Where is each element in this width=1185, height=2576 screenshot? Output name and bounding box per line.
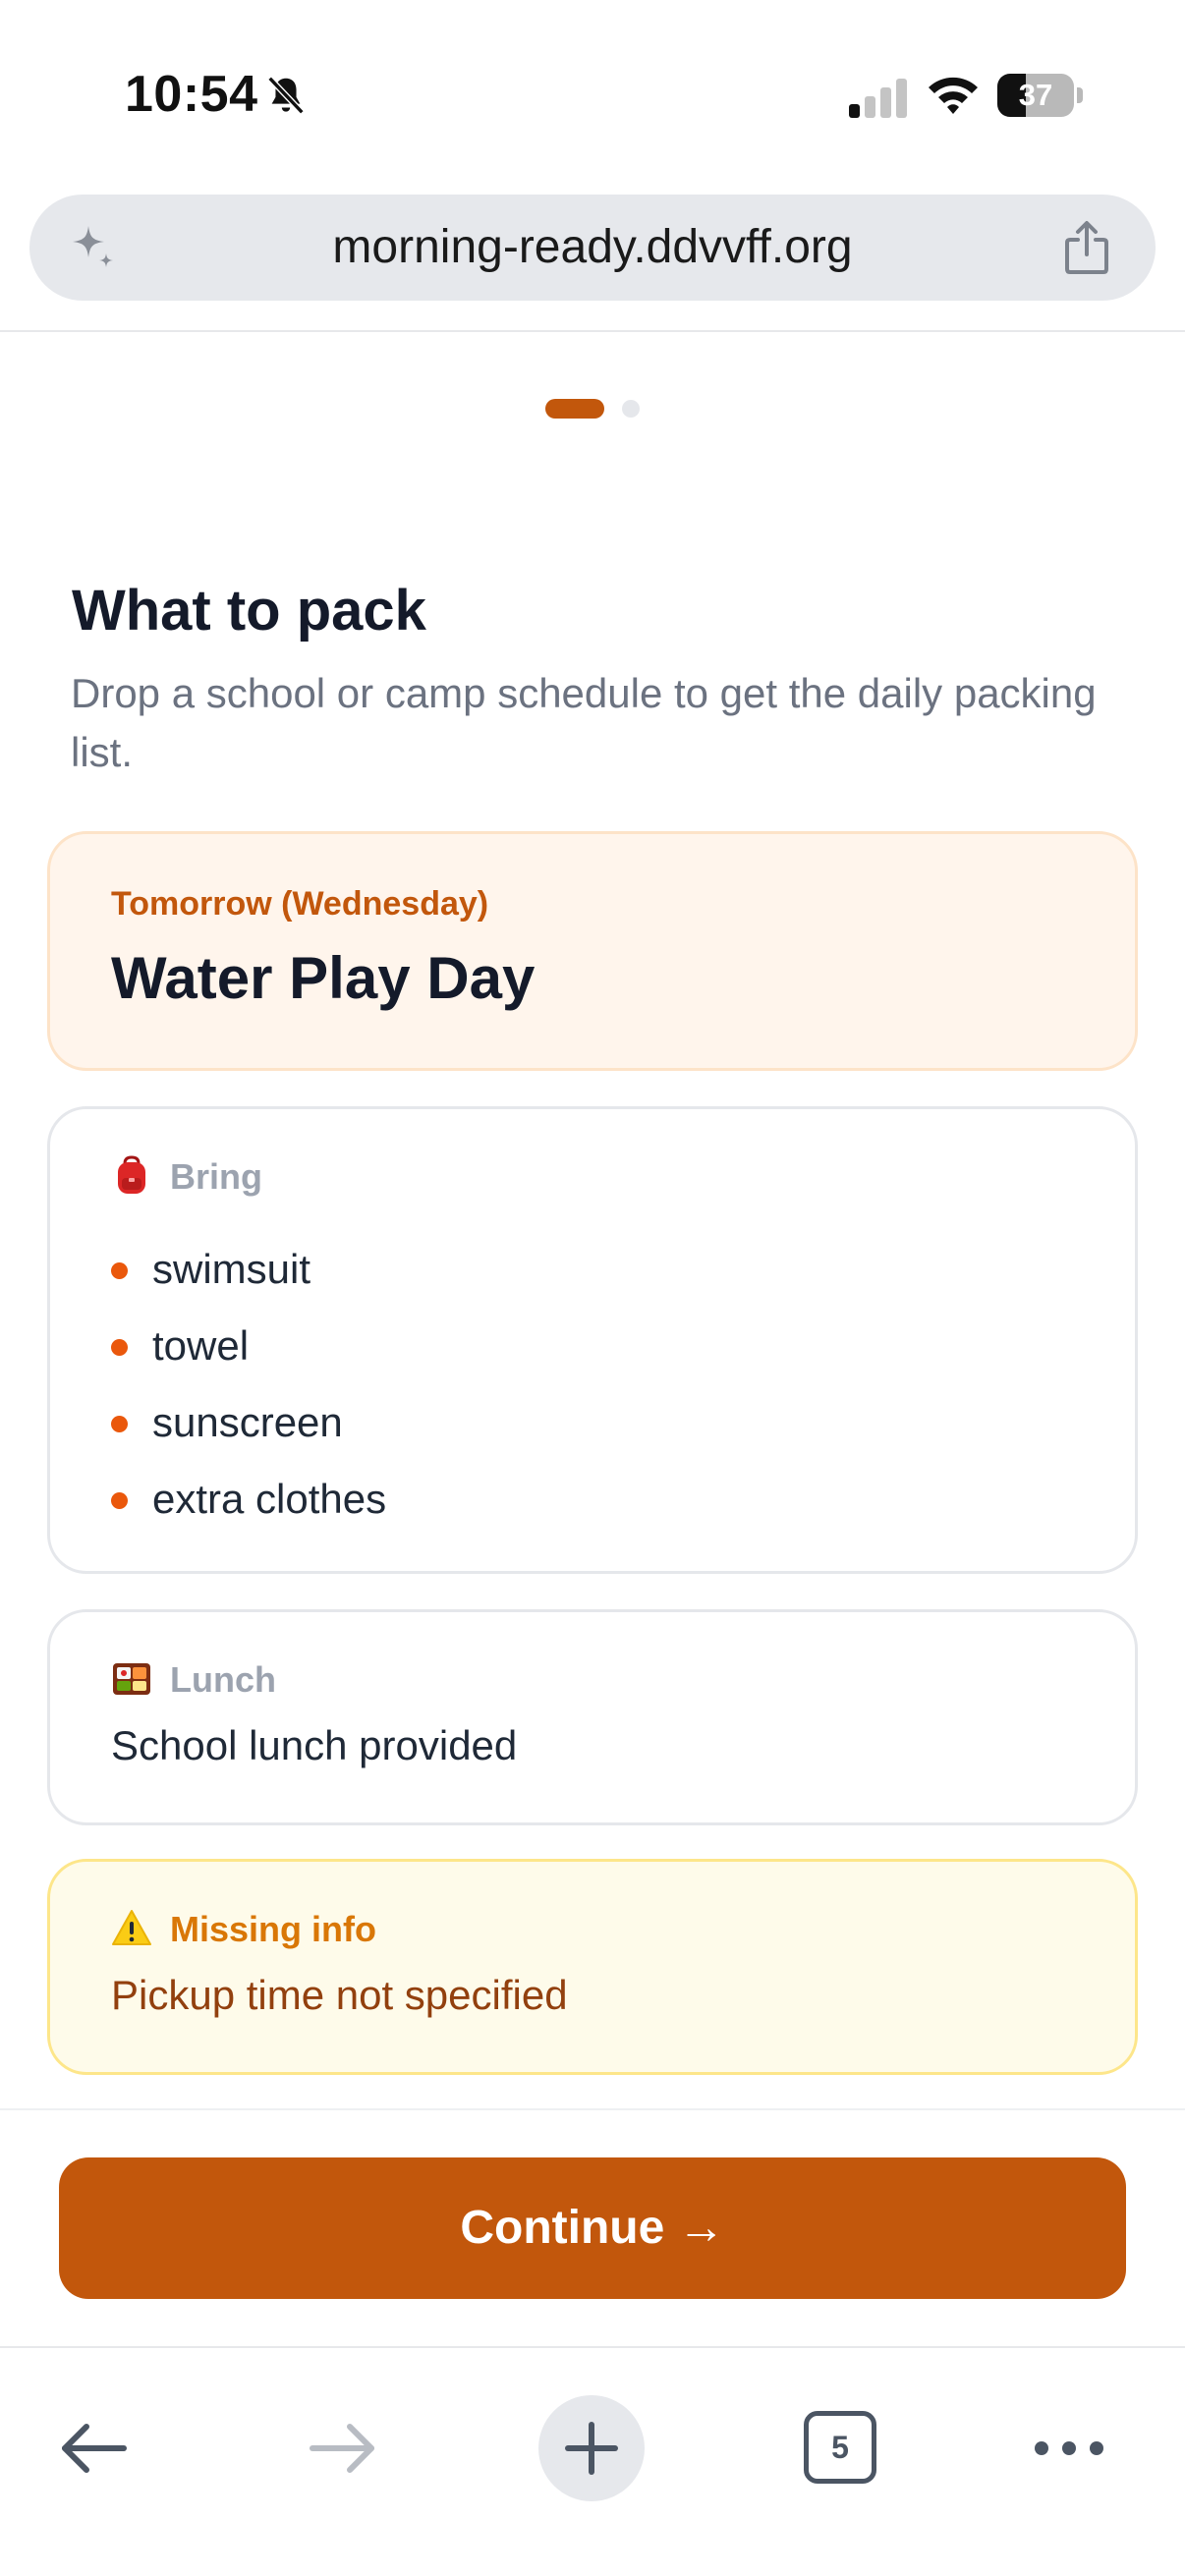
bring-item-label: towel bbox=[152, 1322, 250, 1369]
bring-item-label: swimsuit bbox=[152, 1246, 311, 1292]
bullet-icon bbox=[111, 1416, 128, 1432]
list-item: extra clothes bbox=[111, 1471, 386, 1547]
page-subtitle: Drop a school or camp schedule to get th… bbox=[71, 670, 1097, 775]
battery-level: 37 bbox=[1018, 78, 1053, 112]
cellular-signal-icon bbox=[849, 79, 907, 118]
list-item: swimsuit bbox=[111, 1241, 386, 1317]
lunch-label: Lunch bbox=[170, 1659, 276, 1700]
day-title: Water Play Day bbox=[111, 945, 536, 1011]
new-tab-button[interactable] bbox=[538, 2395, 645, 2501]
list-item: towel bbox=[111, 1317, 386, 1394]
status-bar: 10:54 37 bbox=[0, 0, 1185, 187]
bring-label: Bring bbox=[170, 1156, 262, 1197]
tabs-icon[interactable]: 5 bbox=[804, 2411, 876, 2484]
back-arrow-icon[interactable] bbox=[57, 2411, 132, 2486]
url-text[interactable]: morning-ready.ddvvff.org bbox=[29, 195, 1156, 301]
wifi-icon bbox=[929, 77, 978, 114]
bullet-icon bbox=[111, 1339, 128, 1356]
forward-arrow-icon[interactable] bbox=[305, 2411, 379, 2486]
page-dot bbox=[622, 400, 640, 418]
bring-list: swimsuit towel sunscreen extra clothes bbox=[111, 1241, 386, 1547]
address-bar[interactable]: morning-ready.ddvvff.org bbox=[29, 195, 1156, 301]
lunch-text: School lunch provided bbox=[111, 1722, 518, 1768]
divider bbox=[0, 2108, 1185, 2110]
battery-icon: 37 bbox=[997, 74, 1083, 117]
continue-button[interactable]: Continue → bbox=[59, 2157, 1126, 2299]
missing-label: Missing info bbox=[170, 1909, 376, 1949]
missing-info-card: Missing info Pickup time not specified bbox=[47, 1859, 1138, 2075]
list-item: sunscreen bbox=[111, 1394, 386, 1471]
bring-item-label: extra clothes bbox=[152, 1476, 387, 1522]
more-icon[interactable] bbox=[1032, 2429, 1106, 2468]
bell-muted-icon bbox=[267, 76, 305, 115]
plus-icon bbox=[565, 2422, 618, 2475]
share-icon[interactable] bbox=[1057, 218, 1116, 277]
bento-box-icon bbox=[113, 1663, 150, 1695]
day-card: Tomorrow (Wednesday) Water Play Day bbox=[47, 831, 1138, 1071]
bring-card: Bring swimsuit towel sunscreen extra clo… bbox=[47, 1106, 1138, 1574]
backpack-icon bbox=[118, 1155, 145, 1194]
page-dot-active bbox=[545, 399, 604, 419]
bring-item-label: sunscreen bbox=[152, 1399, 343, 1445]
missing-text: Pickup time not specified bbox=[111, 1972, 568, 2018]
bullet-icon bbox=[111, 1492, 128, 1509]
browser-toolbar: 5 bbox=[0, 2348, 1185, 2576]
warning-icon bbox=[112, 1910, 151, 1945]
page-title: What to pack bbox=[72, 579, 426, 643]
divider bbox=[0, 330, 1185, 332]
lunch-card: Lunch School lunch provided bbox=[47, 1609, 1138, 1825]
bullet-icon bbox=[111, 1262, 128, 1279]
status-time: 10:54 bbox=[125, 66, 258, 123]
day-label: Tomorrow (Wednesday) bbox=[111, 885, 489, 923]
